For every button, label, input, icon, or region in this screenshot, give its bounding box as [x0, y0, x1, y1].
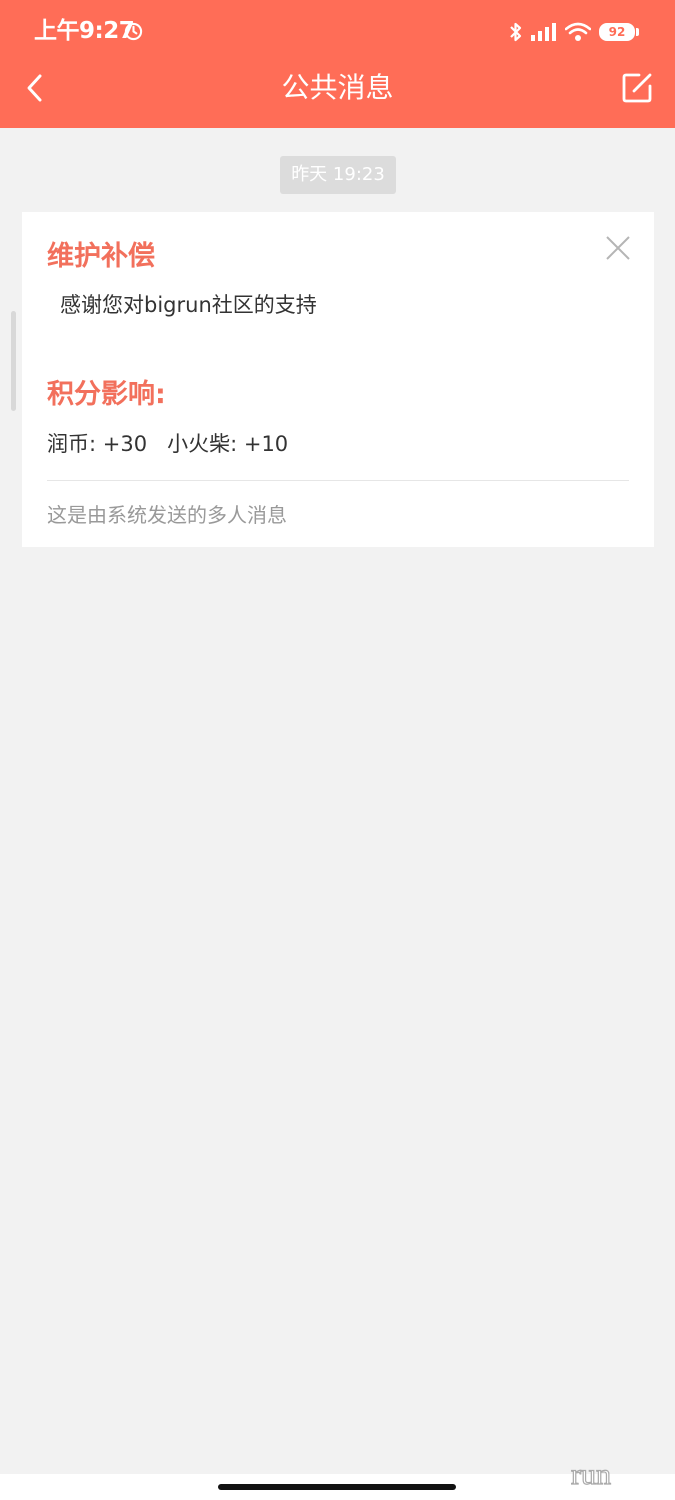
- card-divider: [47, 480, 629, 481]
- cellular-signal-icon: [531, 23, 556, 41]
- message-body: 感谢您对bigrun社区的支持: [60, 293, 317, 317]
- close-icon[interactable]: [604, 234, 632, 262]
- battery-tip: [636, 28, 639, 36]
- battery-level: 92: [608, 25, 626, 39]
- timestamp-badge: 昨天 19:23: [280, 156, 396, 194]
- message-card: 维护补偿 感谢您对bigrun社区的支持 积分影响: 润币: +30 小火柴: …: [22, 212, 654, 547]
- status-time: 上午9:27: [34, 18, 135, 44]
- status-icons: 92: [509, 18, 639, 46]
- message-footer: 这是由系统发送的多人消息: [47, 503, 287, 527]
- edit-icon[interactable]: [619, 70, 655, 106]
- watermark-logo: run: [570, 1457, 611, 1491]
- page-title: 公共消息: [281, 71, 394, 104]
- wifi-icon: [565, 22, 591, 41]
- scroll-indicator[interactable]: [11, 311, 16, 411]
- home-indicator[interactable]: [218, 1484, 456, 1490]
- watermark-text: run: [571, 1458, 611, 1491]
- nav-bar: 公共消息: [0, 62, 675, 128]
- status-bar: 上午9:27 92: [0, 0, 675, 62]
- points-line: 润币: +30 小火柴: +10: [47, 432, 289, 456]
- points-heading: 积分影响:: [47, 379, 166, 410]
- bluetooth-icon: [510, 22, 522, 42]
- app-header: 上午9:27 92 公共消息: [0, 0, 675, 128]
- message-title: 维护补偿: [47, 241, 155, 272]
- alarm-clock-icon: [124, 22, 143, 41]
- battery-icon: 92: [599, 23, 635, 41]
